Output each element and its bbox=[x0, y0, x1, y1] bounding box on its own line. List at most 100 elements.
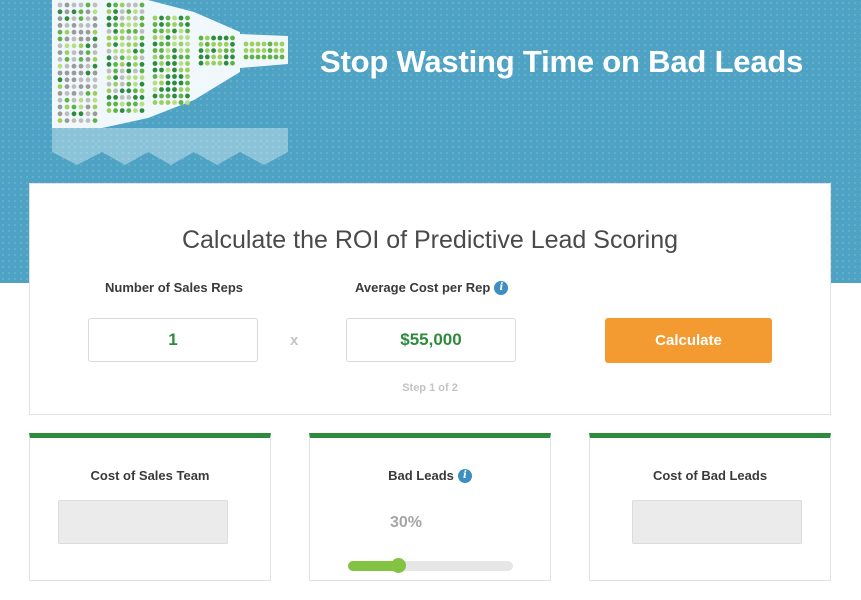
info-icon[interactable]: i bbox=[457, 468, 472, 483]
funnel-dot bbox=[139, 29, 145, 34]
multiply-symbol: x bbox=[290, 332, 299, 349]
funnel-dot bbox=[172, 61, 177, 66]
funnel-dot bbox=[172, 41, 177, 47]
funnel-dot bbox=[159, 61, 164, 66]
funnel-dot bbox=[119, 55, 125, 61]
funnel-dot bbox=[172, 48, 177, 53]
funnel-dot bbox=[64, 97, 70, 103]
funnel-dot bbox=[85, 70, 91, 76]
funnel-dot bbox=[165, 80, 171, 86]
funnel-dot bbox=[172, 87, 177, 92]
funnel-dot bbox=[71, 29, 77, 35]
funnel-dot bbox=[64, 50, 70, 55]
funnel-dot bbox=[185, 22, 190, 27]
funnel-dot bbox=[57, 77, 63, 83]
funnel-dot bbox=[159, 100, 164, 105]
funnel-dot bbox=[78, 70, 84, 76]
sales-reps-input[interactable]: 1 bbox=[88, 318, 258, 362]
funnel-dot bbox=[64, 91, 70, 96]
funnel-dot bbox=[133, 108, 138, 113]
funnel-dot bbox=[133, 81, 138, 87]
funnel-dot bbox=[139, 9, 145, 15]
funnel-dot bbox=[64, 77, 70, 83]
funnel-dot bbox=[159, 80, 164, 86]
funnel-dot bbox=[249, 48, 255, 53]
funnel-dot bbox=[126, 62, 132, 67]
funnel-dot bbox=[198, 60, 204, 66]
funnel-dot bbox=[71, 104, 77, 110]
funnel-dot bbox=[119, 95, 125, 100]
funnel-dot bbox=[133, 95, 138, 100]
funnel-dot bbox=[223, 60, 229, 66]
funnel-dot bbox=[64, 43, 70, 49]
funnel-dot bbox=[113, 81, 118, 87]
funnel-dot bbox=[71, 36, 77, 42]
funnel-dot bbox=[165, 87, 171, 92]
funnel-dot bbox=[139, 48, 145, 54]
cost-of-bad-leads-title-text: Cost of Bad Leads bbox=[652, 468, 768, 483]
funnel-dot bbox=[172, 22, 177, 27]
funnel-dot bbox=[106, 68, 112, 74]
funnel-dot bbox=[133, 75, 138, 80]
funnel-dot bbox=[279, 54, 285, 60]
funnel-dot bbox=[85, 29, 91, 35]
funnel-dot bbox=[106, 48, 112, 54]
cost-per-rep-input[interactable]: $55,000 bbox=[346, 318, 516, 362]
calculate-button[interactable]: Calculate bbox=[605, 318, 772, 363]
funnel-dot bbox=[152, 80, 158, 86]
cost-per-rep-value: $55,000 bbox=[400, 330, 462, 349]
funnel-dot bbox=[133, 22, 138, 28]
funnel-dot bbox=[119, 22, 125, 28]
funnel-dot bbox=[92, 9, 98, 15]
funnel-dot bbox=[113, 9, 118, 15]
funnel-dot bbox=[57, 9, 63, 15]
funnel-dot bbox=[78, 29, 84, 35]
funnel-dot bbox=[113, 35, 118, 41]
bad-leads-slider[interactable] bbox=[348, 558, 513, 573]
funnel-dot bbox=[126, 108, 132, 113]
funnel-dot bbox=[178, 28, 184, 34]
funnel-dot bbox=[126, 88, 132, 94]
funnel-dot bbox=[255, 54, 261, 60]
funnel-dot bbox=[57, 63, 63, 69]
funnel-dot bbox=[106, 15, 112, 21]
funnel-dot bbox=[152, 93, 158, 99]
funnel-dot bbox=[152, 22, 158, 27]
funnel-dot bbox=[78, 97, 84, 103]
cost-of-bad-leads-output bbox=[632, 500, 802, 544]
funnel-dot bbox=[185, 35, 190, 40]
cost-of-sales-team-title-text: Cost of Sales Team bbox=[90, 468, 210, 483]
funnel-dot bbox=[71, 97, 77, 103]
funnel-dot bbox=[165, 100, 171, 105]
funnel-dot bbox=[217, 35, 223, 41]
funnel-dot bbox=[152, 41, 158, 47]
funnel-dot bbox=[113, 62, 118, 67]
funnel-dot bbox=[178, 100, 184, 105]
funnel-dot bbox=[85, 57, 91, 62]
funnel-dot bbox=[78, 91, 84, 96]
funnel-dot bbox=[71, 43, 77, 49]
funnel-dot bbox=[139, 15, 145, 21]
funnel-dot bbox=[71, 111, 77, 117]
funnel-dot bbox=[165, 74, 171, 79]
page-headline: Stop Wasting Time on Bad Leads bbox=[320, 44, 804, 79]
funnel-dot bbox=[185, 61, 190, 66]
info-icon[interactable]: i bbox=[494, 280, 509, 295]
funnel-dot bbox=[119, 15, 125, 21]
funnel-dot bbox=[159, 74, 164, 79]
funnel-dot bbox=[71, 23, 77, 28]
funnel-dot bbox=[243, 54, 249, 60]
funnel-dot bbox=[57, 91, 63, 96]
funnel-dot bbox=[139, 108, 145, 113]
slider-handle[interactable] bbox=[390, 558, 406, 573]
funnel-dot bbox=[152, 15, 158, 21]
funnel-dot bbox=[85, 84, 91, 89]
funnel-dot bbox=[198, 54, 204, 60]
funnel-dot bbox=[178, 35, 184, 40]
funnel-dot bbox=[204, 54, 210, 60]
funnel-dot bbox=[152, 35, 158, 40]
funnel-dot bbox=[64, 111, 70, 117]
funnel-dot bbox=[113, 15, 118, 21]
funnel-dot bbox=[57, 43, 63, 49]
funnel-dot bbox=[85, 97, 91, 103]
